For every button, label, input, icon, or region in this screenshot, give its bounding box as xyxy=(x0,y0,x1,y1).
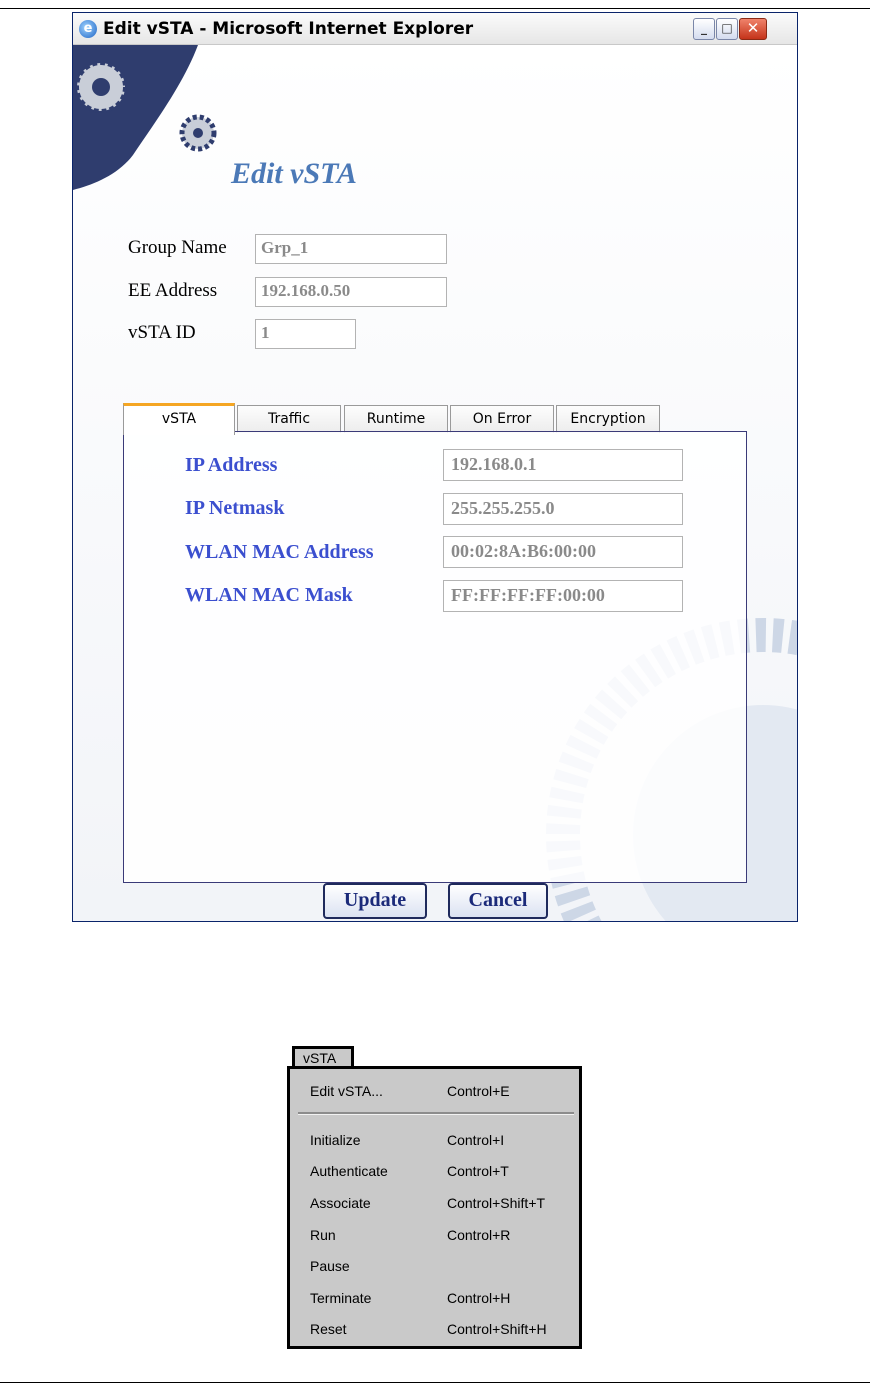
tab-vsta[interactable]: vSTA xyxy=(123,403,235,435)
menu-item-initialize[interactable]: Initialize Control+I xyxy=(310,1128,570,1152)
ip-netmask-field[interactable]: 255.255.255.0 xyxy=(443,493,683,525)
top-rule xyxy=(0,8,870,9)
tab-on-error[interactable]: On Error xyxy=(450,405,554,433)
maximize-button[interactable]: □ xyxy=(716,18,738,40)
ip-address-label: IP Address xyxy=(185,454,278,476)
vsta-menu-tab[interactable]: vSTA xyxy=(292,1046,354,1068)
tab-traffic[interactable]: Traffic xyxy=(237,405,341,433)
cancel-button[interactable]: Cancel xyxy=(448,883,548,919)
menu-item-shortcut: Control+R xyxy=(447,1227,511,1243)
menu-item-shortcut: Control+I xyxy=(447,1132,505,1148)
menu-item-label: Authenticate xyxy=(310,1163,388,1179)
tab-runtime[interactable]: Runtime xyxy=(344,405,448,433)
menu-item-reset[interactable]: Reset Control+Shift+H xyxy=(310,1317,570,1341)
menu-item-shortcut: Control+H xyxy=(447,1290,511,1306)
menu-item-label: Associate xyxy=(310,1195,371,1211)
menu-item-label: Terminate xyxy=(310,1290,372,1306)
wlan-mac-address-label: WLAN MAC Address xyxy=(185,541,374,563)
close-button[interactable]: ✕ xyxy=(739,18,767,40)
internet-explorer-icon: e xyxy=(79,20,97,38)
page-title: Edit vSTA xyxy=(231,157,357,190)
ip-netmask-label: IP Netmask xyxy=(185,497,285,519)
menu-item-shortcut: Control+Shift+T xyxy=(447,1195,546,1211)
menu-separator xyxy=(298,1112,574,1115)
menu-item-label: Run xyxy=(310,1227,336,1243)
vsta-context-menu: Edit vSTA... Control+E Initialize Contro… xyxy=(287,1066,582,1349)
gears-decoration-icon xyxy=(73,45,217,190)
menu-item-shortcut: Control+E xyxy=(447,1083,510,1099)
vsta-id-field[interactable]: 1 xyxy=(255,319,356,349)
update-button[interactable]: Update xyxy=(323,883,427,919)
menu-item-label: Reset xyxy=(310,1321,347,1337)
menu-item-edit-vsta[interactable]: Edit vSTA... Control+E xyxy=(310,1079,570,1103)
ee-address-field[interactable]: 192.168.0.50 xyxy=(255,277,447,307)
vsta-id-label: vSTA ID xyxy=(128,322,196,343)
tab-encryption[interactable]: Encryption xyxy=(556,405,660,433)
menu-item-label: Edit vSTA... xyxy=(310,1083,383,1099)
page-content: Edit vSTA Group Name Grp_1 EE Address 19… xyxy=(73,45,797,921)
group-name-field[interactable]: Grp_1 xyxy=(255,234,447,264)
window-title: Edit vSTA - Microsoft Internet Explorer xyxy=(103,19,474,39)
bottom-rule xyxy=(0,1382,870,1383)
wlan-mac-mask-field[interactable]: FF:FF:FF:FF:00:00 xyxy=(443,580,683,612)
ee-address-label: EE Address xyxy=(128,280,218,301)
menu-item-pause[interactable]: Pause xyxy=(310,1254,570,1278)
menu-item-run[interactable]: Run Control+R xyxy=(310,1223,570,1247)
minimize-button[interactable]: _ xyxy=(693,18,715,40)
menu-item-label: Initialize xyxy=(310,1132,361,1148)
menu-item-authenticate[interactable]: Authenticate Control+T xyxy=(310,1159,570,1183)
menu-item-shortcut: Control+T xyxy=(447,1163,509,1179)
menu-item-label: Pause xyxy=(310,1258,350,1274)
group-name-label: Group Name xyxy=(128,237,227,258)
title-bar[interactable]: e Edit vSTA - Microsoft Internet Explore… xyxy=(73,13,797,45)
ip-address-field[interactable]: 192.168.0.1 xyxy=(443,449,683,481)
vsta-tab-panel: IP Address 192.168.0.1 IP Netmask 255.25… xyxy=(123,431,747,883)
menu-item-terminate[interactable]: Terminate Control+H xyxy=(310,1286,570,1310)
wlan-mac-address-field[interactable]: 00:02:8A:B6:00:00 xyxy=(443,536,683,568)
ie-window: e Edit vSTA - Microsoft Internet Explore… xyxy=(72,12,798,922)
menu-item-associate[interactable]: Associate Control+Shift+T xyxy=(310,1191,570,1215)
wlan-mac-mask-label: WLAN MAC Mask xyxy=(185,584,353,606)
menu-item-shortcut: Control+Shift+H xyxy=(447,1321,547,1337)
